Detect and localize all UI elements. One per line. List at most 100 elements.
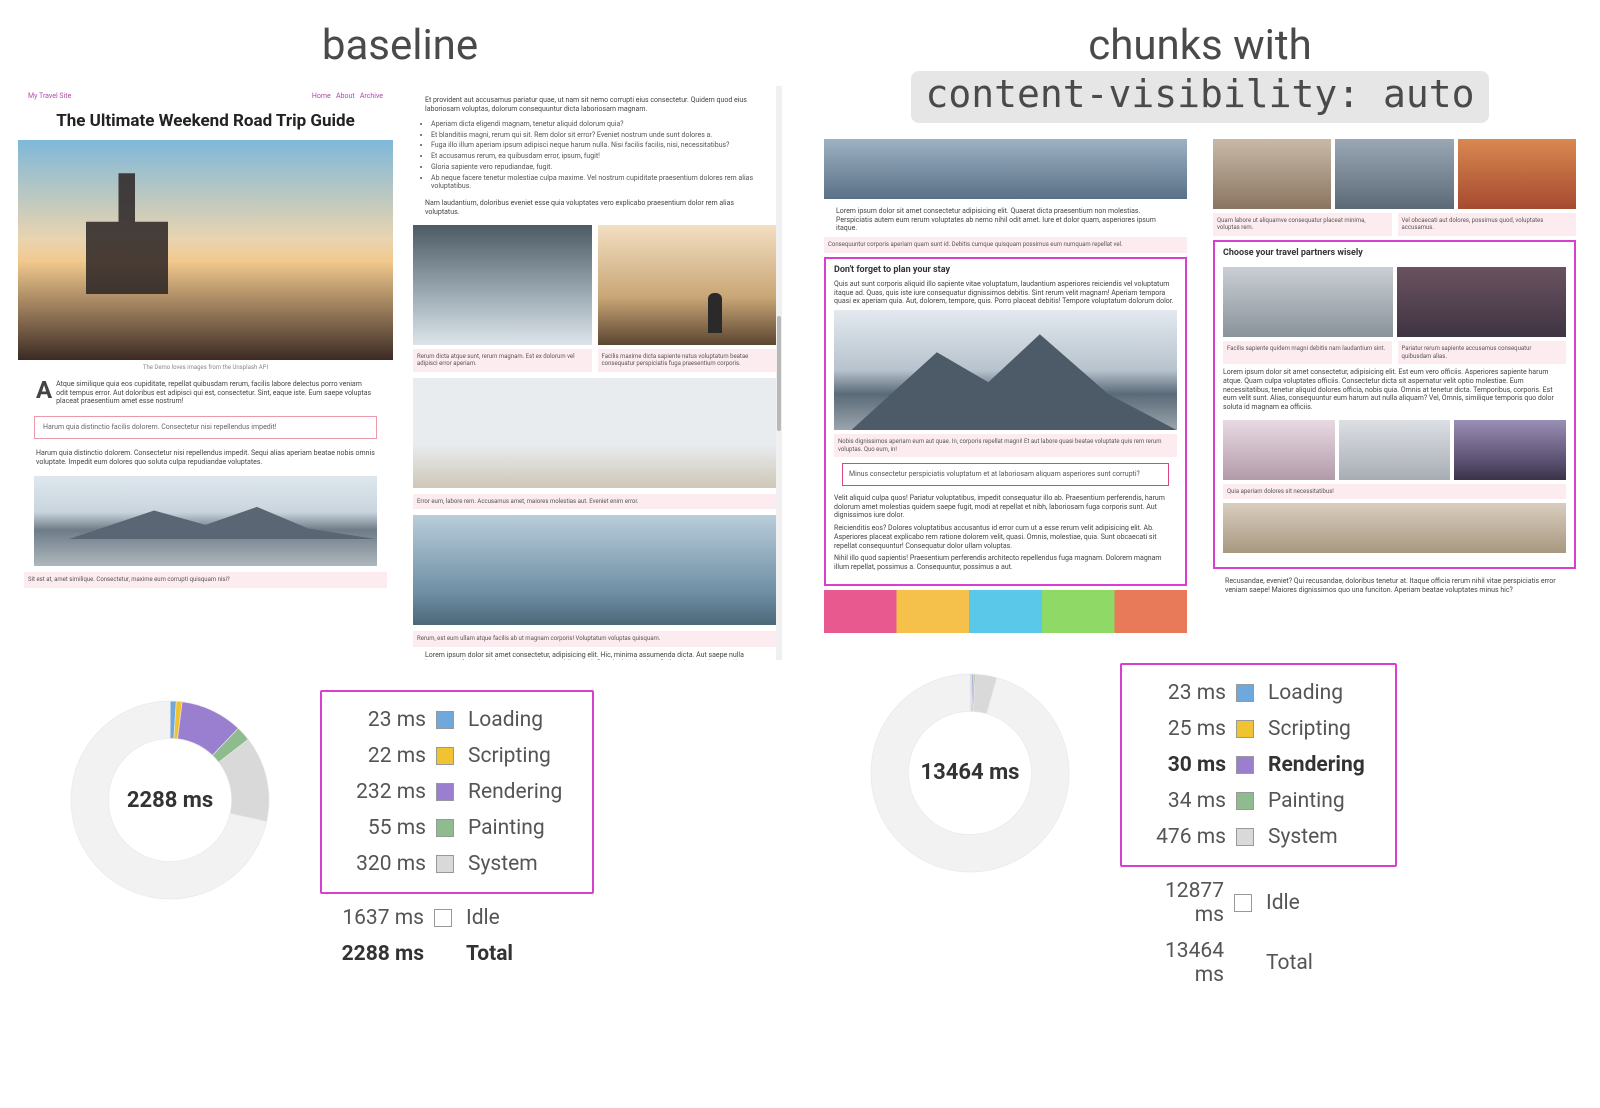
legend-row-system: 476 ms System: [1136, 819, 1365, 855]
pull-quote: Harum quia distinctio facilis dolorem. C…: [34, 416, 377, 439]
legend-value: 23 ms: [336, 708, 426, 732]
chunk1-para2: Velit aliquid culpa quos! Pariatur volup…: [834, 492, 1177, 522]
legend-row-loading: 23 ms Loading: [336, 702, 562, 738]
drop-cap: A: [36, 380, 56, 402]
legend-value: 1637 ms: [334, 906, 424, 930]
beach-wide-image: [1223, 503, 1566, 553]
bullet-3: Et accusamus rerum, ea quibusdam error, …: [431, 152, 758, 161]
chunk1-nested: Minus consectetur perspiciatis voluptatu…: [842, 463, 1169, 486]
baseline-pane-right: Et provident aut accusamus pariatur quae…: [407, 86, 782, 660]
chunk2-title: Choose your travel partners wisely: [1223, 248, 1566, 263]
bullet-0: Aperiam dicta eligendi magnam, tenetur a…: [431, 120, 758, 129]
donut-total-left: 2288 ms: [60, 690, 280, 910]
legend-value: 232 ms: [336, 780, 426, 804]
bottom-caption: Sit est at, amet similique. Consectetur,…: [24, 572, 387, 588]
chunks-donut: 13464 ms: [860, 663, 1080, 883]
bullet-1: Et blanditiis magni, rerum qui sit. Rem …: [431, 131, 758, 140]
denim-image: [413, 515, 776, 625]
img-cap-a: Rerum dicta atque sunt, rerum magnam. Es…: [413, 349, 592, 372]
bullet-list: Aperiam dicta eligendi magnam, tenetur a…: [407, 118, 782, 195]
img-cap-c: Error eum, labore rem. Accusamus amet, m…: [413, 494, 776, 510]
rhs-top-cap-b: Vel obcaecati aut dolores, possimus quod…: [1398, 213, 1577, 236]
img-cap-b: Facilis maxime dicta sapiente natus volu…: [598, 349, 777, 372]
chunk-travel-partners: Choose your travel partners wisely Facil…: [1213, 240, 1576, 570]
legend-swatch: [1236, 684, 1254, 702]
legend-label: Total: [1266, 951, 1367, 975]
legend-label: Loading: [1268, 681, 1365, 705]
legend-value: 320 ms: [336, 852, 426, 876]
legend-row-total: 2288 msTotal: [334, 936, 564, 972]
chunks-heading-line1: chunks with: [1088, 21, 1312, 70]
dog-image: [1223, 420, 1335, 480]
dusk-image: [1454, 420, 1566, 480]
site-name: My Travel Site: [28, 92, 71, 101]
colorful-houses-image: [824, 590, 1187, 633]
chunk1-para3: Reicienditis eos? Dolores voluptatibus a…: [834, 522, 1177, 552]
legend-swatch: [436, 747, 454, 765]
hero-image: [18, 140, 393, 360]
chunk2-cap-c: Quia aperiam dolores sit necessitatibus!: [1223, 484, 1566, 500]
legend-label: Loading: [468, 708, 562, 732]
legend-row-rendering: 30 msRendering: [1136, 747, 1365, 783]
nav-about: About: [336, 92, 355, 100]
top-hero-strip: [824, 139, 1187, 199]
intro-para: A Atque similique quia eos cupiditate, r…: [18, 376, 393, 410]
top-image-grid: [1213, 139, 1576, 209]
legend-value: 22 ms: [336, 744, 426, 768]
image-row-1: [407, 221, 782, 349]
legend-label: System: [1268, 825, 1365, 849]
legend-row-painting: 55 msPainting: [336, 810, 562, 846]
baseline-stats: 2288 ms 23 ms Loading 22 ms Scripting 232 ms…: [0, 660, 800, 972]
partners-caps: Facilis sapiente quidem magni debitis na…: [1223, 341, 1566, 364]
rhs-intro: Et provident aut accusamus pariatur quae…: [407, 86, 782, 118]
nav-archive: Archive: [360, 92, 383, 100]
legend-row-system: 320 ms System: [336, 846, 562, 882]
chunk1-mountain: [834, 310, 1177, 430]
legend-label: Rendering: [468, 780, 562, 804]
veg-image: [1458, 139, 1576, 209]
legend-label: Rendering: [1268, 753, 1365, 777]
legend-swatch: [436, 783, 454, 801]
nav-home: Home: [312, 92, 331, 100]
baseline-legend-wrap: 23 ms Loading 22 ms Scripting 232 ms Renderin…: [320, 690, 594, 972]
intro-text: Atque similique quia eos cupiditate, rep…: [56, 380, 371, 406]
baseline-column: baseline My Travel Site Home About Archi…: [0, 0, 800, 1108]
rhs-top-caps: Quam labore ut aliquamve consequatur pla…: [1207, 213, 1582, 236]
legend-label: Total: [466, 942, 564, 966]
chunks-legend-wrap: 23 msLoading25 msScripting30 msRendering…: [1120, 663, 1397, 993]
legend-row-idle: 12877 msIdle: [1134, 873, 1367, 933]
legend-swatch: [1234, 894, 1252, 912]
legend-row-scripting: 25 ms Scripting: [1136, 711, 1365, 747]
silhouette-image: [598, 225, 777, 345]
legend-label: Idle: [1266, 891, 1367, 915]
baseline-donut: 2288 ms: [60, 690, 280, 910]
motorcycle-image: [413, 225, 592, 345]
donut-total-right: 13464 ms: [860, 663, 1080, 883]
legend-swatch: [436, 819, 454, 837]
legend-swatch: [1236, 720, 1254, 738]
beach-image: [413, 378, 776, 488]
top-cap: Consequuntur corporis aperiam quam sunt …: [824, 237, 1187, 253]
hero-caption: The Demo loves images from the Unsplash …: [18, 360, 393, 376]
legend-value: 476 ms: [1136, 825, 1226, 849]
chunks-heading: chunks with content-visibility: auto: [800, 0, 1600, 133]
baseline-legend-below: 1637 ms Idle 2288 msTotal: [320, 894, 594, 972]
rhs-para-2: Nam laudantium, doloribus eveniet esse q…: [407, 195, 782, 221]
legend-label: Scripting: [1268, 717, 1365, 741]
legend-value: 13464 ms: [1134, 939, 1224, 987]
rhs-para-3: Lorem ipsum dolor sit amet consectetur, …: [407, 647, 782, 661]
portrait-image: [1213, 139, 1331, 209]
legend-label: Idle: [466, 906, 564, 930]
legend-label: Painting: [1268, 789, 1365, 813]
caption-row-1: Rerum dicta atque sunt, rerum magnam. Es…: [407, 349, 782, 372]
legend-label: System: [468, 852, 562, 876]
legend-row-rendering: 232 ms Rendering: [336, 774, 562, 810]
top-para: Lorem ipsum dolor sit amet consectetur a…: [818, 203, 1193, 237]
legend-label: Scripting: [468, 744, 562, 768]
baseline-legend: 23 ms Loading 22 ms Scripting 232 ms Renderin…: [320, 690, 594, 894]
chunks-pane-right: Quam labore ut aliquamve consequatur pla…: [1207, 139, 1582, 633]
legend-value: 25 ms: [1136, 717, 1226, 741]
chunks-legend-below: 12877 msIdle 13464 ms Total: [1120, 867, 1397, 993]
img-cap-d: Rerum, est eum ullam atque facilis ab ut…: [413, 631, 776, 647]
pane-scrollbar[interactable]: [776, 86, 782, 660]
